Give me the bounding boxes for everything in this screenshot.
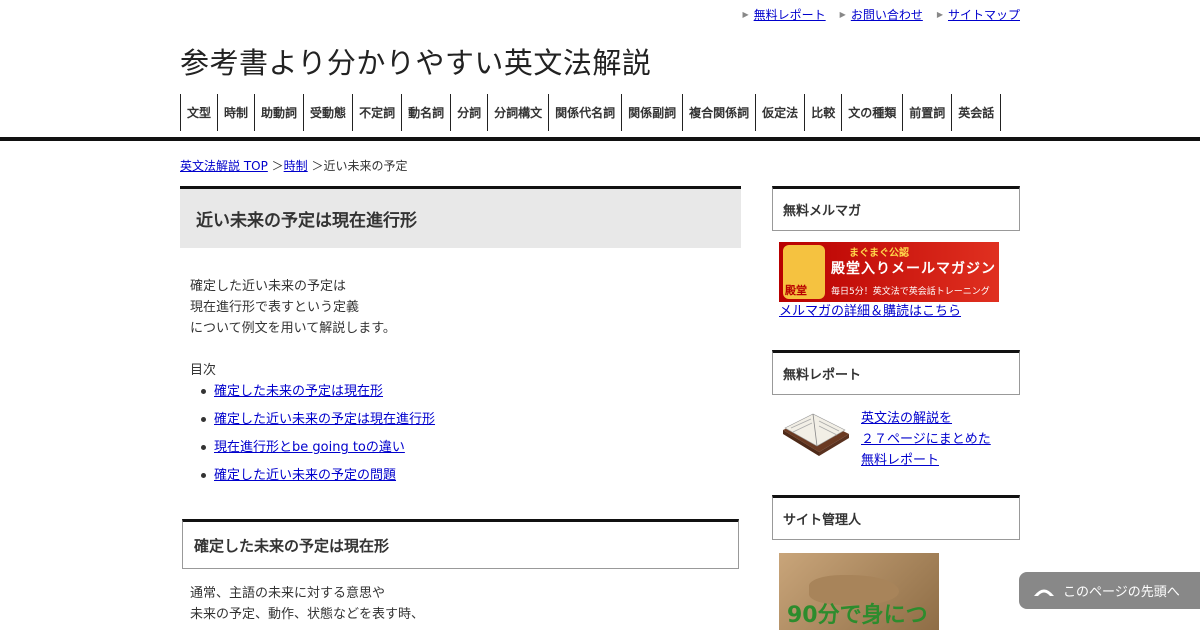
sidebar-heading-report: 無料レポート (772, 350, 1020, 395)
section-line: 未来の予定、動作、状態などを表す時、 (190, 607, 425, 622)
nav-item-bun-no-shurui[interactable]: 文の種類 (841, 94, 902, 131)
report-block: 英文法の解説を ２７ページにまとめた 無料レポート (779, 408, 1020, 471)
toc-link-1[interactable]: 確定した未来の予定は現在形 (214, 384, 383, 399)
nav-item-doumeishi[interactable]: 動名詞 (401, 94, 450, 131)
top-link-contact[interactable]: ▶ お問い合わせ (840, 6, 923, 23)
nav-item-futeishi[interactable]: 不定詞 (352, 94, 401, 131)
intro-text: 確定した近い未来の予定は 現在進行形で表すという定義 について例文を用いて解説し… (190, 276, 741, 339)
book-icon[interactable] (779, 408, 851, 464)
banner-line: 殿堂入りメールマガジン (831, 261, 996, 277)
section-body: 通常、主語の未来に対する意思や 未来の予定、動作、状態などを表す時、 (190, 583, 741, 625)
banner-badge: 殿堂 (785, 284, 807, 297)
page-title: 近い未来の予定は現在進行形 (180, 186, 741, 248)
toc-link-3[interactable]: 現在進行形とbe going toの違い (214, 440, 405, 455)
page-top-button[interactable]: このページの先頭へ (1019, 572, 1200, 609)
toc-label: 目次 (190, 363, 217, 378)
nav-item-jisei[interactable]: 時制 (217, 94, 254, 131)
toc-link-4[interactable]: 確定した近い未来の予定の問題 (214, 468, 396, 483)
nav-item-bunkei[interactable]: 文型 (180, 94, 217, 131)
admin-image-text: 90分で身につける! (787, 603, 928, 628)
nav-item-zenchishi[interactable]: 前置詞 (902, 94, 951, 131)
nav-item-kateihou[interactable]: 仮定法 (755, 94, 804, 131)
chevron-up-icon (1033, 585, 1055, 597)
nav-item-kankei-fukushi[interactable]: 関係副詞 (621, 94, 682, 131)
intro-line: 確定した近い未来の予定は (190, 279, 347, 294)
nav-item-jodoushi[interactable]: 助動詞 (254, 94, 303, 131)
top-link-sitemap-text[interactable]: サイトマップ (948, 6, 1020, 23)
report-links: 英文法の解説を ２７ページにまとめた 無料レポート (861, 408, 991, 471)
breadcrumb-home[interactable]: 英文法解説 TOP (180, 159, 268, 173)
report-link-line[interactable]: ２７ページにまとめた (861, 432, 991, 447)
sidebar-heading-admin: サイト管理人 (772, 495, 1020, 540)
sidebar-heading-mailmag: 無料メルマガ (772, 186, 1020, 231)
toc-link-2[interactable]: 確定した近い未来の予定は現在進行形 (214, 412, 435, 427)
toc-item: 確定した近い未来の予定は現在進行形 (201, 409, 741, 437)
nav-item-kankei-daimeishi[interactable]: 関係代名詞 (548, 94, 621, 131)
table-of-contents: 確定した未来の予定は現在形 確定した近い未来の予定は現在進行形 現在進行形とbe… (201, 381, 741, 493)
toc-item: 確定した未来の予定は現在形 (201, 381, 741, 409)
site-title[interactable]: 参考書より分かりやすい英文法解説 (180, 40, 651, 82)
breadcrumb-category[interactable]: 時制 (284, 159, 308, 173)
triangle-icon: ▶ (742, 10, 749, 19)
admin-book-image[interactable]: 90分で身につける! (779, 553, 939, 630)
intro-line: 現在進行形で表すという定義 (190, 300, 360, 315)
header-divider (0, 137, 1200, 141)
triangle-icon: ▶ (936, 10, 943, 19)
report-link-line[interactable]: 無料レポート (861, 453, 939, 468)
nav-item-bunshi-koubun[interactable]: 分詞構文 (487, 94, 548, 131)
toc-item: 現在進行形とbe going toの違い (201, 437, 741, 465)
top-link-contact-text[interactable]: お問い合わせ (851, 6, 923, 23)
top-utility-links: ▶ 無料レポート ▶ お問い合わせ ▶ サイトマップ (742, 6, 1020, 23)
mailmag-banner[interactable]: まぐまぐ公認 殿堂入りメールマガジン 毎日5分！英文法で英会話トレーニング 殿堂 (779, 242, 999, 302)
section-line: 通常、主語の未来に対する意思や (190, 586, 386, 601)
sidebar: 無料メルマガ まぐまぐ公認 殿堂入りメールマガジン 毎日5分！英文法で英会話トレ… (772, 186, 1020, 630)
top-link-report-text[interactable]: 無料レポート (754, 6, 826, 23)
intro-line: について例文を用いて解説します。 (190, 321, 396, 336)
banner-line: まぐまぐ公認 (849, 248, 909, 259)
global-nav: 文型 時制 助動詞 受動態 不定詞 動名詞 分詞 分詞構文 関係代名詞 関係副詞… (180, 94, 1002, 131)
nav-item-hikaku[interactable]: 比較 (804, 94, 841, 131)
top-link-report[interactable]: ▶ 無料レポート (742, 6, 825, 23)
report-link-line[interactable]: 英文法の解説を (861, 411, 952, 426)
mailmag-link[interactable]: メルマガの詳細＆購読はこちら (779, 304, 961, 319)
nav-item-fukugou-kankeishi[interactable]: 複合関係詞 (682, 94, 755, 131)
triangle-icon: ▶ (839, 10, 846, 19)
nav-item-eikaiwa[interactable]: 英会話 (951, 94, 1002, 131)
breadcrumb-separator: ＞ (271, 159, 284, 173)
nav-item-bunshi[interactable]: 分詞 (450, 94, 487, 131)
section-heading: 確定した未来の予定は現在形 (182, 519, 739, 569)
breadcrumb-current: 近い未来の予定 (323, 159, 408, 173)
breadcrumb-separator: ＞ (311, 159, 324, 173)
banner-line: 毎日5分！英文法で英会話トレーニング (831, 287, 990, 297)
top-link-sitemap[interactable]: ▶ サイトマップ (937, 6, 1020, 23)
toc-item: 確定した近い未来の予定の問題 (201, 465, 741, 493)
breadcrumb: 英文法解説 TOP ＞時制 ＞近い未来の予定 (180, 157, 408, 174)
main-content: 近い未来の予定は現在進行形 確定した近い未来の予定は 現在進行形で表すという定義… (180, 186, 741, 625)
nav-item-judoutai[interactable]: 受動態 (303, 94, 352, 131)
mailmag-link-wrap: メルマガの詳細＆購読はこちら (779, 302, 1020, 322)
page-top-label: このページの先頭へ (1063, 585, 1180, 600)
